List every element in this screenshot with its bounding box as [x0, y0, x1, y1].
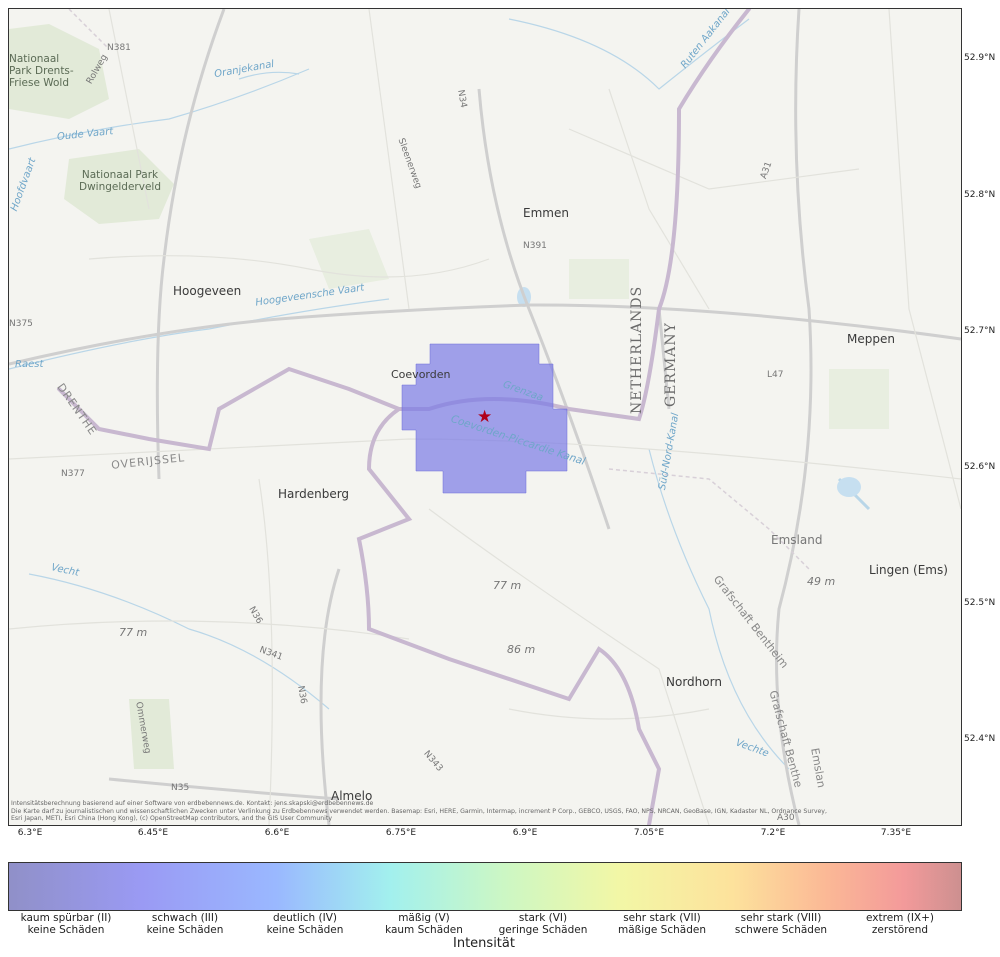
map-attribution: Intensitätsberechnung basierend auf eine… — [11, 800, 951, 823]
colorbar-label: stark (VI) geringe Schäden — [483, 912, 603, 936]
colorbar-title: Intensität — [453, 936, 515, 951]
label-nordhorn: Nordhorn — [666, 675, 722, 689]
lon-tick-label: 6.9°E — [512, 828, 538, 838]
lon-tick-label: 6.3°E — [17, 828, 43, 838]
label-n381: N381 — [107, 43, 131, 53]
colorbar-label-line1: stark (VI) — [518, 912, 568, 924]
lat-tick-label: 52.8°N — [964, 190, 996, 200]
colorbar-label-line2: keine Schäden — [146, 924, 224, 936]
colorbar-label-line2: schwere Schäden — [734, 924, 828, 936]
colorbar-label-line2: keine Schäden — [266, 924, 344, 936]
colorbar-label: sehr stark (VII) mäßige Schäden — [602, 912, 722, 936]
lon-tick-label: 7.2°E — [760, 828, 786, 838]
lat-tick-label: 52.7°N — [964, 326, 996, 336]
colorbar-label: kaum spürbar (II) keine Schäden — [6, 912, 126, 936]
lon-tick-label: 7.05°E — [633, 828, 665, 838]
colorbar-label-line1: schwach (III) — [151, 912, 219, 924]
attribution-line: Die Karte darf zu journalistischen und w… — [11, 807, 827, 815]
label-netherlands: NETHERLANDS — [629, 285, 645, 414]
label-emmen: Emmen — [523, 206, 569, 220]
colorbar-label: deutlich (IV) keine Schäden — [245, 912, 365, 936]
colorbar-label-line1: extrem (IX+) — [866, 912, 934, 924]
intensity-colorbar — [8, 862, 962, 911]
colorbar-label: schwach (III) keine Schäden — [125, 912, 245, 936]
label-elevation: 86 m — [507, 643, 536, 656]
colorbar-label-line1: deutlich (IV) — [273, 912, 337, 924]
colorbar-label-line2: geringe Schäden — [498, 924, 588, 936]
label-hoogeveen: Hoogeveen — [173, 284, 242, 298]
label-lingen: Lingen (Ems) — [869, 563, 948, 577]
lon-tick-label: 7.35°E — [880, 828, 912, 838]
colorbar-label-line1: kaum spürbar (II) — [20, 912, 112, 924]
attribution-line: Intensitätsberechnung basierend auf eine… — [11, 800, 374, 808]
label-n375: N375 — [9, 319, 33, 329]
label-nationaal-park-drents: Nationaal Park Drents-Friese Wold — [9, 53, 74, 89]
colorbar-label: sehr stark (VIII) schwere Schäden — [721, 912, 841, 936]
colorbar-label-line1: mäßig (V) — [398, 912, 450, 924]
lon-tick-label: 6.75°E — [385, 828, 417, 838]
label-raest: Raest — [15, 359, 44, 370]
colorbar-label-line1: sehr stark (VIII) — [740, 912, 822, 924]
colorbar-label: mäßig (V) kaum Schäden — [364, 912, 484, 936]
label-n391: N391 — [523, 241, 547, 251]
label-n377: N377 — [61, 469, 85, 479]
label-n35: N35 — [171, 783, 190, 793]
colorbar-label-line2: kaum Schäden — [385, 924, 463, 936]
colorbar-label-line2: keine Schäden — [27, 924, 105, 936]
colorbar-label-line2: mäßige Schäden — [618, 924, 706, 936]
map-frame[interactable]: ★ Nationaal Park Drents-Friese Wold Nati… — [8, 8, 962, 826]
attribution-line: Esri Japan, METI, Esri China (Hong Kong)… — [11, 815, 332, 823]
label-meppen: Meppen — [847, 332, 895, 346]
lat-tick-label: 52.6°N — [964, 462, 996, 472]
lat-tick-label: 52.9°N — [964, 53, 996, 63]
label-elevation: 77 m — [119, 626, 148, 639]
label-hardenberg: Hardenberg — [278, 487, 350, 501]
lat-tick-label: 52.4°N — [964, 734, 996, 744]
lon-tick-label: 6.45°E — [137, 828, 169, 838]
label-coevorden: Coevorden — [391, 368, 451, 381]
label-nationaal-park-dwingelderveld: Nationaal Park Dwingelderveld — [79, 169, 161, 193]
colorbar-label-line2: zerstörend — [871, 924, 929, 936]
colorbar-label: extrem (IX+) zerstörend — [840, 912, 960, 936]
label-elevation: 77 m — [493, 579, 522, 592]
label-elevation: 49 m — [807, 575, 836, 588]
label-emsland: Emsland — [771, 533, 823, 547]
lat-tick-label: 52.5°N — [964, 598, 996, 608]
lon-tick-label: 6.6°E — [264, 828, 290, 838]
label-l47: L47 — [767, 370, 784, 380]
label-germany: GERMANY — [663, 322, 679, 407]
colorbar-label-line1: sehr stark (VII) — [623, 912, 701, 924]
